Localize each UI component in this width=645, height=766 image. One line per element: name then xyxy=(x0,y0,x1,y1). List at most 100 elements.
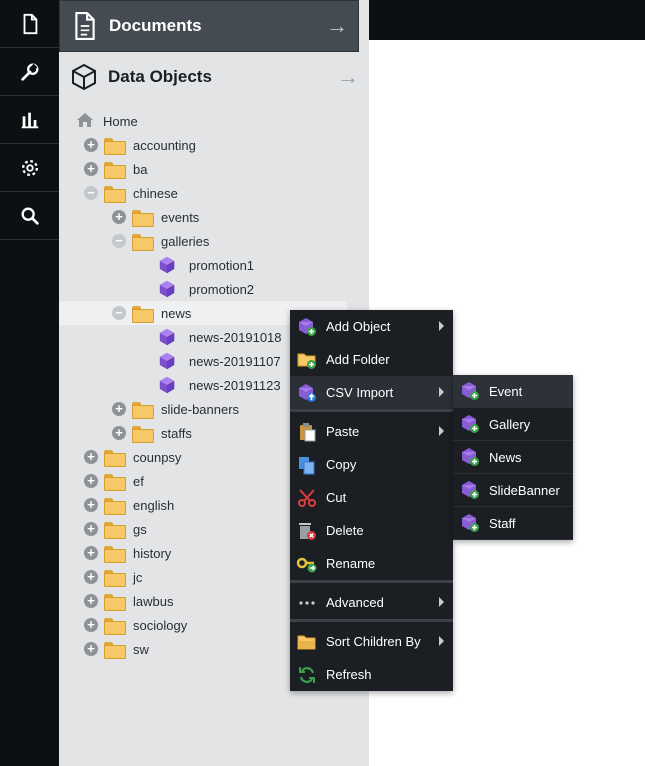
submenu-item-staff[interactable]: Staff xyxy=(453,507,573,540)
search-rail-button[interactable] xyxy=(0,192,59,240)
collapse-icon[interactable]: − xyxy=(112,306,126,320)
tree-node-label: english xyxy=(133,497,175,513)
expand-icon[interactable]: + xyxy=(84,546,98,560)
object-icon xyxy=(158,328,176,349)
menu-item-label: Advanced xyxy=(326,595,384,610)
menu-item-delete[interactable]: Delete xyxy=(290,514,453,547)
object-icon xyxy=(158,376,176,397)
settings-rail-button[interactable] xyxy=(0,144,59,192)
document-icon xyxy=(70,11,100,41)
expand-icon[interactable]: + xyxy=(112,402,126,416)
main-sidebar xyxy=(0,0,59,766)
add-folder-icon xyxy=(296,349,318,371)
context-menu: Add Object Add Folder CSV Import Paste C… xyxy=(290,310,453,691)
tree-node-label: ba xyxy=(133,161,148,177)
menu-item-label: Add Folder xyxy=(326,352,390,367)
top-bar xyxy=(369,0,645,40)
expand-icon[interactable]: + xyxy=(84,522,98,536)
menu-item-add-folder[interactable]: Add Folder xyxy=(290,343,453,376)
tree-node-ba[interactable]: + ba xyxy=(59,157,369,181)
arrow-right-icon[interactable]: → xyxy=(326,13,348,39)
clipboard-icon xyxy=(296,421,318,443)
folder-icon xyxy=(132,402,154,419)
submenu-item-event[interactable]: Event xyxy=(453,375,573,408)
tree-node-Home[interactable]: Home xyxy=(59,109,369,133)
tree-node-label: history xyxy=(133,545,172,561)
tree-node-events[interactable]: + events xyxy=(59,205,369,229)
folder-icon xyxy=(104,498,126,515)
tree-node-promotion1[interactable]: promotion1 xyxy=(59,253,369,277)
expand-icon[interactable]: + xyxy=(84,162,98,176)
expand-icon[interactable]: + xyxy=(84,594,98,608)
collapse-icon[interactable]: − xyxy=(112,234,126,248)
folder-icon xyxy=(104,450,126,467)
expand-icon[interactable]: + xyxy=(112,426,126,440)
menu-item-label: Rename xyxy=(326,556,376,571)
tree-node-label: sociology xyxy=(133,617,188,633)
submenu-arrow-icon xyxy=(439,321,444,331)
expand-icon[interactable]: + xyxy=(84,570,98,584)
menu-item-add-object[interactable]: Add Object xyxy=(290,310,453,343)
folder-icon xyxy=(104,474,126,491)
menu-item-cut[interactable]: Cut xyxy=(290,481,453,514)
reports-rail-button[interactable] xyxy=(0,96,59,144)
folder-icon xyxy=(132,234,154,251)
folder-icon xyxy=(104,642,126,659)
add-object-icon xyxy=(459,446,481,468)
expand-icon[interactable]: + xyxy=(84,498,98,512)
wrench-icon xyxy=(20,63,38,81)
submenu-item-gallery[interactable]: Gallery xyxy=(453,408,573,441)
tree-node-accounting[interactable]: + accounting xyxy=(59,133,369,157)
menu-item-csv-import[interactable]: CSV Import xyxy=(290,376,453,409)
collapse-icon[interactable]: − xyxy=(84,186,98,200)
object-icon xyxy=(158,280,176,301)
folder-icon xyxy=(132,210,154,227)
tree-node-label: Home xyxy=(103,113,138,129)
data-objects-panel-header[interactable]: Data Objects → xyxy=(59,52,369,102)
tools-rail-button[interactable] xyxy=(0,48,59,96)
menu-item-sort-children-by[interactable]: Sort Children By xyxy=(290,625,453,658)
csv-import-submenu: Event Gallery News SlideBanner Staff xyxy=(453,375,573,540)
documents-rail-button[interactable] xyxy=(0,0,59,48)
expand-icon[interactable]: + xyxy=(112,210,126,224)
tree-node-label: news-20191123 xyxy=(189,377,281,393)
tree-node-label: promotion2 xyxy=(189,281,255,297)
expand-icon[interactable]: + xyxy=(84,618,98,632)
submenu-item-news[interactable]: News xyxy=(453,441,573,474)
more-dots-icon xyxy=(296,592,318,614)
menu-item-advanced[interactable]: Advanced xyxy=(290,586,453,619)
search-icon xyxy=(21,207,39,225)
submenu-item-slidebanner[interactable]: SlideBanner xyxy=(453,474,573,507)
tree-node-label: galleries xyxy=(161,233,210,249)
menu-item-refresh[interactable]: Refresh xyxy=(290,658,453,691)
folder-icon xyxy=(104,546,126,563)
tree-node-label: gs xyxy=(133,521,147,537)
expand-icon[interactable]: + xyxy=(84,450,98,464)
expand-icon[interactable]: + xyxy=(84,642,98,656)
menu-item-paste[interactable]: Paste xyxy=(290,415,453,448)
expand-icon[interactable]: + xyxy=(84,474,98,488)
folder-open-icon xyxy=(296,631,318,653)
folder-icon xyxy=(104,570,126,587)
scissors-icon xyxy=(296,487,318,509)
object-icon xyxy=(158,352,176,373)
gear-icon xyxy=(21,159,38,176)
tree-node-label: promotion1 xyxy=(189,257,255,273)
menu-item-rename[interactable]: Rename xyxy=(290,547,453,580)
tree-node-label: chinese xyxy=(133,185,178,201)
tree-node-label: counpsy xyxy=(133,449,182,465)
tree-node-label: news-20191018 xyxy=(189,329,282,345)
tree-node-promotion2[interactable]: promotion2 xyxy=(59,277,369,301)
folder-icon xyxy=(104,618,126,635)
expand-icon[interactable]: + xyxy=(84,138,98,152)
menu-item-copy[interactable]: Copy xyxy=(290,448,453,481)
tree-node-galleries[interactable]: − galleries xyxy=(59,229,369,253)
folder-icon xyxy=(104,186,126,203)
menu-item-label: Delete xyxy=(326,523,364,538)
tree-node-chinese[interactable]: − chinese xyxy=(59,181,369,205)
arrow-right-icon[interactable]: → xyxy=(337,64,359,90)
object-icon xyxy=(158,256,176,277)
submenu-item-label: News xyxy=(489,449,522,465)
submenu-arrow-icon xyxy=(439,387,444,397)
documents-panel-header[interactable]: Documents → xyxy=(59,0,359,52)
